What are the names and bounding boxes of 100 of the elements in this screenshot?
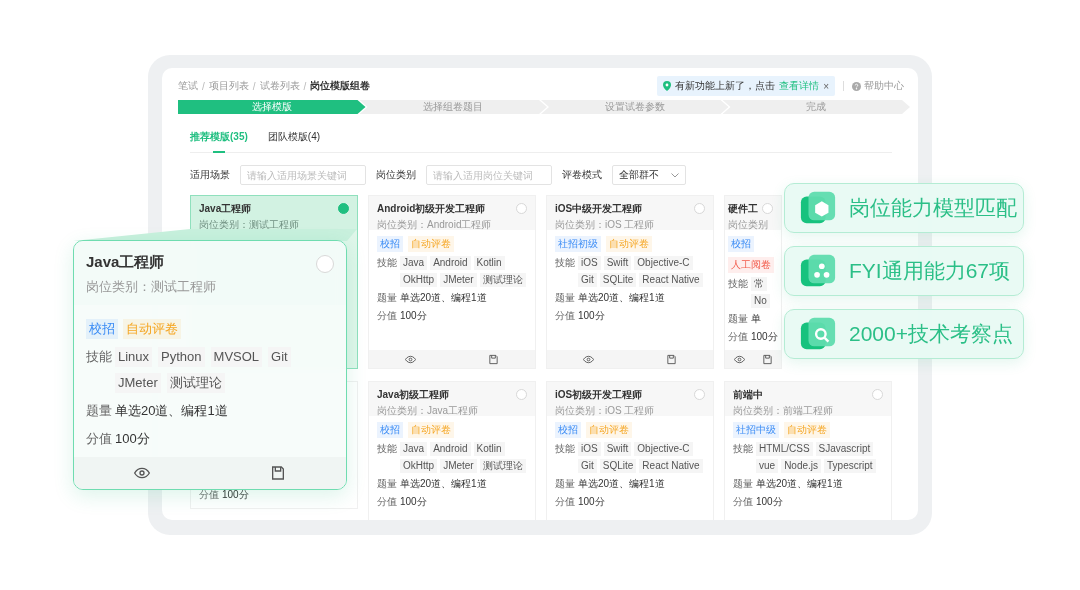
card-tag: 自动评卷 bbox=[123, 319, 181, 339]
mode-select[interactable]: 全部群不 bbox=[612, 165, 686, 185]
field-value: 单选20道、编程1道 bbox=[756, 477, 843, 491]
step-item: 完成 bbox=[722, 100, 910, 114]
save-icon bbox=[488, 353, 499, 365]
skill-chip: Android bbox=[430, 442, 471, 456]
template-card[interactable]: Android初级开发工程师 岗位类别：Android工程师 校招 自动评卷 技能 Java Android Kotlin OkHttp JMeter 测试理论 题量 单选20道、编程1道 分值 100分 bbox=[368, 195, 536, 369]
card-category: 岗位类别：前端工程师 bbox=[733, 404, 833, 418]
select-radio[interactable] bbox=[762, 203, 773, 214]
select-radio[interactable] bbox=[516, 203, 527, 214]
breadcrumb-separator: / bbox=[252, 80, 256, 92]
field-value: 100分 bbox=[578, 309, 605, 323]
save-button[interactable] bbox=[270, 465, 286, 481]
field-value: 100分 bbox=[400, 495, 427, 509]
feature-label: 2000+技术考察点 bbox=[849, 321, 1013, 347]
field-value: 单选20道、编程1道 bbox=[578, 291, 665, 305]
field-value: 100分 bbox=[222, 488, 249, 502]
field-label: 分值 bbox=[86, 430, 112, 448]
card-title: 硬件工 bbox=[728, 202, 758, 216]
breadcrumb-item: 岗位模版组卷 bbox=[310, 79, 371, 93]
skill-chip: 测试理论 bbox=[479, 459, 526, 473]
card-tag: 校招 bbox=[728, 236, 754, 252]
breadcrumb-separator: / bbox=[303, 80, 307, 92]
skill-chip: Git bbox=[578, 273, 597, 287]
card-category: 岗位类别：测试工程师 bbox=[199, 218, 299, 232]
skill-chip: SQLite bbox=[599, 273, 637, 287]
field-label: 技能 bbox=[377, 256, 397, 270]
select-radio[interactable] bbox=[338, 203, 349, 214]
skill-chip: Git bbox=[578, 459, 597, 473]
preview-button[interactable] bbox=[733, 353, 745, 365]
skill-chip: No bbox=[751, 294, 770, 308]
card-title: Android初级开发工程师 bbox=[377, 202, 486, 216]
card-tag: 校招 bbox=[555, 422, 581, 438]
skill-chip: SJavascript bbox=[815, 442, 874, 456]
skill-chip: JMeter bbox=[440, 459, 477, 473]
field-label: 技能 bbox=[86, 348, 112, 366]
save-icon bbox=[270, 465, 286, 481]
template-preview-tooltip[interactable]: Java工程师 岗位类别：测试工程师 校招 自动评卷 技能 Linux Python MVSOL Git JMeter 测试理论 题量 单选20道、编程1道 分值 100分 bbox=[73, 240, 347, 490]
skill-chip: Java bbox=[400, 256, 428, 270]
skill-chip: Objective-C bbox=[634, 442, 693, 456]
preview-button[interactable] bbox=[583, 353, 594, 365]
preview-button[interactable] bbox=[405, 353, 416, 365]
select-radio[interactable] bbox=[872, 389, 883, 400]
field-value: 100分 bbox=[400, 309, 427, 323]
select-radio[interactable] bbox=[516, 389, 527, 400]
skill-chip: Swift bbox=[603, 442, 632, 456]
select-radio[interactable] bbox=[694, 203, 705, 214]
skill-chip: React Native bbox=[639, 273, 703, 287]
skill-chip: vue bbox=[756, 459, 779, 473]
card-tag: 自动评卷 bbox=[784, 422, 830, 438]
save-button[interactable] bbox=[761, 353, 773, 365]
skill-chip: Swift bbox=[603, 256, 632, 270]
eye-icon bbox=[405, 353, 416, 365]
field-label: 题量 bbox=[377, 291, 397, 305]
notice-text: 有新功能上新了，点击 bbox=[675, 79, 776, 93]
card-tag: 自动评卷 bbox=[606, 236, 652, 252]
field-label: 题量 bbox=[86, 402, 112, 420]
template-card[interactable]: iOS初级开发工程师 岗位类别：iOS 工程师 校招 自动评卷 技能 iOS Swift Objective-C Git SQLite React Native 题量 单选20道、编程1道 分值 100分 bbox=[546, 381, 714, 520]
card-tag: 校招 bbox=[377, 236, 403, 252]
search-field[interactable]: 请输入适用场景关键词 bbox=[240, 165, 366, 185]
skill-chip: Kotlin bbox=[473, 442, 505, 456]
skill-chip: JMeter bbox=[440, 273, 477, 287]
skill-chip: Objective-C bbox=[634, 256, 693, 270]
field-label: 分值 bbox=[199, 488, 219, 502]
field-label: 题量 bbox=[377, 477, 397, 491]
chevron-down-icon bbox=[671, 172, 679, 178]
preview-button[interactable] bbox=[134, 465, 150, 481]
tab[interactable]: 团队模版(4) bbox=[267, 124, 321, 152]
skill-chip: Git bbox=[268, 347, 291, 367]
field-label: 题量 bbox=[728, 312, 748, 326]
eye-icon bbox=[583, 353, 594, 365]
field-label: 分值 bbox=[555, 309, 575, 323]
template-card[interactable]: 前端中 岗位类别：前端工程师 社招中级 自动评卷 技能 HTML/CSS SJavascript vue Node.js Typescript 题量 单选20道、编程1道 分值 100分 bbox=[724, 381, 892, 520]
card-tag: 社招中级 bbox=[733, 422, 779, 438]
field-label: 技能 bbox=[555, 256, 575, 270]
field-value: 单 bbox=[751, 312, 761, 326]
card-category: 岗位类别：Java工程师 bbox=[377, 404, 479, 418]
close-button[interactable]: × bbox=[823, 80, 829, 92]
feature-label: FYI通用能力67项 bbox=[849, 258, 1011, 284]
field-label: 分值 bbox=[377, 495, 397, 509]
search-field[interactable]: 请输入适用岗位关键词 bbox=[426, 165, 552, 185]
field-label: 分值 bbox=[377, 309, 397, 323]
template-card[interactable]: Java初级工程师 岗位类别：Java工程师 校招 自动评卷 技能 Java Android Kotlin OkHttp JMeter 测试理论 题量 单选20道、编程1道 分值 100分 bbox=[368, 381, 536, 520]
skill-chip: Kotlin bbox=[473, 256, 505, 270]
field-value: 单选20道、编程1道 bbox=[400, 477, 487, 491]
save-button[interactable] bbox=[666, 353, 677, 365]
step-item: 选择模版 bbox=[178, 100, 366, 114]
save-button[interactable] bbox=[488, 353, 499, 365]
save-icon bbox=[761, 353, 773, 365]
select-radio[interactable] bbox=[316, 255, 334, 273]
skill-chip: Typescript bbox=[824, 459, 876, 473]
skill-chip: OkHttp bbox=[400, 273, 438, 287]
skill-chip: OkHttp bbox=[400, 459, 438, 473]
card-tag: 校招 bbox=[86, 319, 118, 339]
select-radio[interactable] bbox=[694, 389, 705, 400]
skill-chip: Linux bbox=[115, 347, 153, 367]
template-card[interactable]: 硬件工 岗位类别 校招 人工阅卷 技能 常 No 题量 单 分值 100分 bbox=[724, 195, 782, 369]
template-card[interactable]: iOS中级开发工程师 岗位类别：iOS 工程师 社招初级 自动评卷 技能 iOS Swift Objective-C Git SQLite React Native 题量 单选20道、编程1道 分值 100分 bbox=[546, 195, 714, 369]
pin-icon bbox=[663, 81, 672, 91]
skill-chip: iOS bbox=[578, 256, 601, 270]
